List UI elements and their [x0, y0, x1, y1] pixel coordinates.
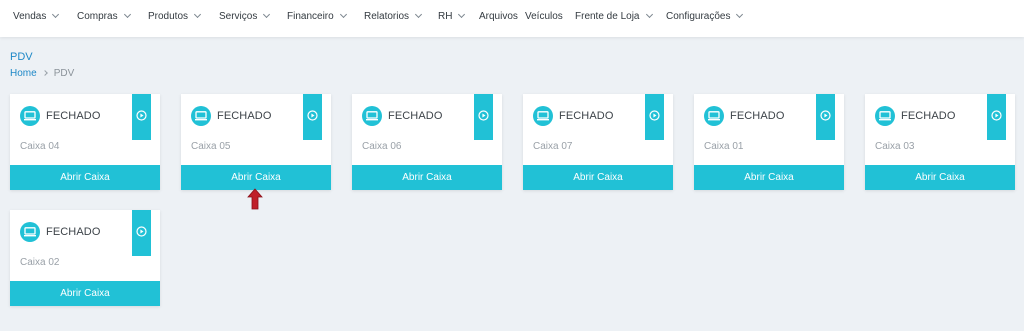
nav-label: Serviços	[219, 11, 258, 22]
caixa-card: FECHADO Caixa 04 Abrir Caixa	[10, 94, 160, 190]
red-arrow-up-icon	[247, 188, 263, 210]
breadcrumb: Home PDV	[10, 68, 74, 79]
play-circle-icon	[820, 110, 831, 121]
play-button[interactable]	[645, 94, 664, 140]
nav-financeiro[interactable]: Financeiro	[287, 10, 347, 22]
nav-compras[interactable]: Compras	[77, 10, 131, 22]
caixa-card: FECHADO Caixa 06 Abrir Caixa	[352, 94, 502, 190]
nav-rh[interactable]: RH	[438, 10, 466, 22]
chevron-down-icon	[414, 10, 423, 19]
top-navbar: Vendas Compras Produtos Serviços Finance…	[0, 0, 1024, 37]
chevron-down-icon	[458, 10, 466, 19]
play-button[interactable]	[987, 94, 1006, 140]
abrir-caixa-button[interactable]: Abrir Caixa	[10, 165, 160, 190]
play-button[interactable]	[816, 94, 835, 140]
play-button[interactable]	[303, 94, 322, 140]
play-circle-icon	[649, 110, 660, 121]
nav-label: Arquivos	[479, 11, 518, 22]
abrir-caixa-button[interactable]: Abrir Caixa	[694, 165, 844, 190]
play-button[interactable]	[132, 94, 151, 140]
caixa-name: Caixa 04	[20, 141, 60, 152]
play-circle-icon	[307, 110, 318, 121]
caixa-card: FECHADO Caixa 05 Abrir Caixa	[181, 94, 331, 190]
chevron-down-icon	[736, 10, 744, 19]
chevron-right-icon	[41, 70, 48, 76]
nav-label: Financeiro	[287, 11, 334, 22]
nav-veiculos[interactable]: Veículos	[525, 11, 563, 22]
nav-relatorios[interactable]: Relatorios	[364, 10, 423, 22]
monitor-icon	[875, 106, 895, 126]
play-circle-icon	[991, 110, 1002, 121]
abrir-caixa-button[interactable]: Abrir Caixa	[181, 165, 331, 190]
nav-label: Relatorios	[364, 11, 410, 22]
caixa-name: Caixa 01	[704, 141, 744, 152]
abrir-caixa-button[interactable]: Abrir Caixa	[10, 281, 160, 306]
nav-label: Configurações	[666, 11, 731, 22]
abrir-caixa-button[interactable]: Abrir Caixa	[352, 165, 502, 190]
nav-label: Frente de Loja	[575, 11, 640, 22]
caixa-status: FECHADO	[217, 110, 272, 122]
caixa-card: FECHADO Caixa 01 Abrir Caixa	[694, 94, 844, 190]
chevron-down-icon	[263, 10, 271, 19]
caixa-card: FECHADO Caixa 02 Abrir Caixa	[10, 210, 160, 306]
chevron-down-icon	[645, 10, 653, 19]
chevron-down-icon	[123, 10, 131, 19]
monitor-icon	[191, 106, 211, 126]
nav-label: Vendas	[13, 11, 47, 22]
play-button[interactable]	[132, 210, 151, 256]
caixa-name: Caixa 06	[362, 141, 402, 152]
breadcrumb-home-link[interactable]: Home	[10, 68, 37, 79]
monitor-icon	[533, 106, 553, 126]
caixa-status: FECHADO	[730, 110, 785, 122]
caixa-name: Caixa 07	[533, 141, 573, 152]
play-circle-icon	[136, 110, 147, 121]
caixa-card: FECHADO Caixa 03 Abrir Caixa	[865, 94, 1015, 190]
caixa-status: FECHADO	[388, 110, 443, 122]
caixa-card: FECHADO Caixa 07 Abrir Caixa	[523, 94, 673, 190]
caixa-status: FECHADO	[901, 110, 956, 122]
caixa-status: FECHADO	[46, 110, 101, 122]
nav-frente-de-loja[interactable]: Frente de Loja	[575, 10, 653, 22]
play-circle-icon	[136, 226, 147, 237]
nav-label: Veículos	[525, 11, 563, 22]
caixa-name: Caixa 03	[875, 141, 915, 152]
nav-arquivos[interactable]: Arquivos	[479, 11, 518, 22]
nav-label: Produtos	[148, 11, 189, 22]
nav-label: RH	[438, 11, 453, 22]
play-button[interactable]	[474, 94, 493, 140]
monitor-icon	[704, 106, 724, 126]
page-title: PDV	[10, 51, 33, 63]
breadcrumb-current: PDV	[53, 68, 75, 79]
nav-configuracoes[interactable]: Configurações	[666, 10, 744, 22]
nav-produtos[interactable]: Produtos	[148, 10, 202, 22]
monitor-icon	[20, 222, 40, 242]
nav-label: Compras	[77, 11, 118, 22]
nav-vendas[interactable]: Vendas	[13, 10, 60, 22]
chevron-down-icon	[339, 10, 347, 19]
abrir-caixa-button[interactable]: Abrir Caixa	[523, 165, 673, 190]
caixa-status: FECHADO	[559, 110, 614, 122]
caixa-name: Caixa 05	[191, 141, 231, 152]
play-circle-icon	[478, 110, 489, 121]
caixa-status: FECHADO	[46, 226, 101, 238]
abrir-caixa-button[interactable]: Abrir Caixa	[865, 165, 1015, 190]
caixa-name: Caixa 02	[20, 257, 60, 268]
chevron-down-icon	[193, 10, 202, 19]
monitor-icon	[20, 106, 40, 126]
nav-servicos[interactable]: Serviços	[219, 10, 271, 22]
monitor-icon	[362, 106, 382, 126]
chevron-down-icon	[52, 10, 60, 19]
